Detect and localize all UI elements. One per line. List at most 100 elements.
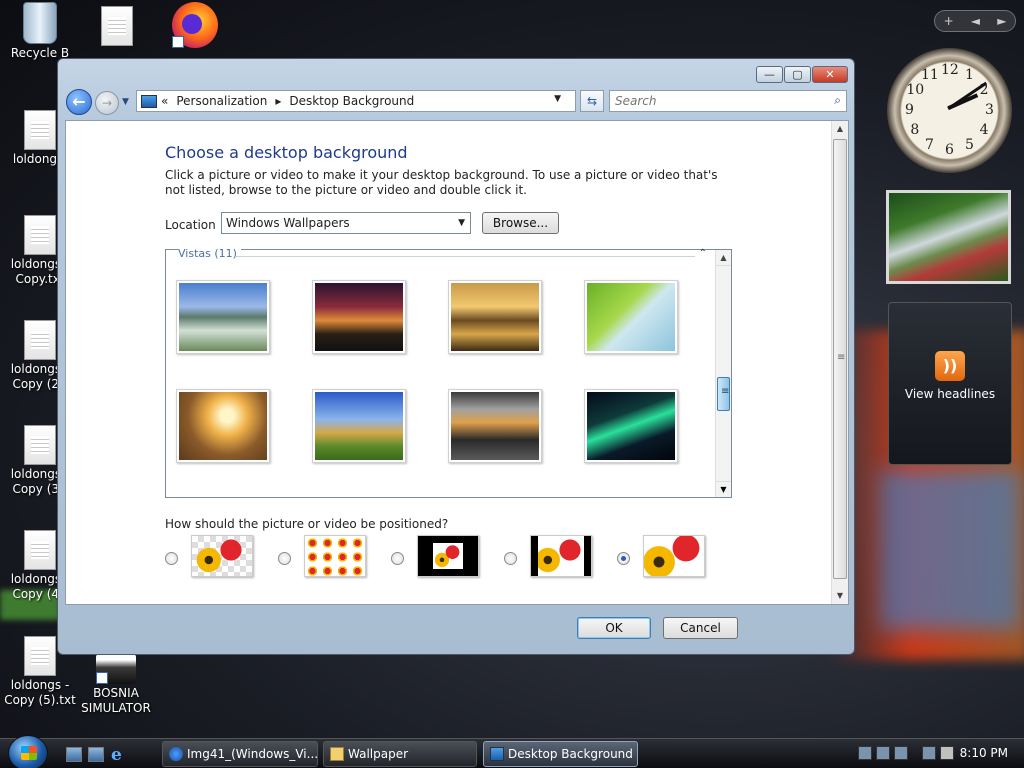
wallpaper-thumbnail[interactable] bbox=[584, 389, 678, 463]
show-desktop-icon[interactable] bbox=[66, 747, 82, 762]
next-gadget-icon[interactable]: ► bbox=[997, 14, 1006, 28]
refresh-button[interactable]: ⇆ bbox=[580, 90, 604, 112]
start-button[interactable] bbox=[8, 735, 48, 768]
rss-icon: )) bbox=[935, 351, 965, 381]
wallpaper-glow-blue bbox=[880, 470, 1020, 630]
taskbar-clock[interactable]: 8:10 PM bbox=[960, 746, 1008, 760]
breadcrumb-personalization[interactable]: Personalization bbox=[176, 94, 267, 108]
browse-button[interactable]: Browse... bbox=[482, 212, 559, 234]
wallpaper-thumbnail[interactable] bbox=[176, 389, 270, 463]
taskbar-button-desktop-background[interactable]: Desktop Background bbox=[483, 741, 638, 767]
position-preview-stretch[interactable] bbox=[643, 535, 705, 577]
position-radio-fit[interactable] bbox=[504, 552, 517, 565]
back-button[interactable]: ← bbox=[66, 89, 92, 115]
clock-numeral: 12 bbox=[941, 62, 959, 78]
position-preview-tile[interactable] bbox=[304, 535, 366, 577]
scroll-down-icon[interactable]: ▼ bbox=[716, 481, 731, 497]
content-pane: Choose a desktop background Click a pict… bbox=[65, 120, 849, 605]
clock-numeral: 3 bbox=[985, 102, 994, 118]
collapse-group-icon[interactable]: ⌃ bbox=[699, 248, 707, 259]
wallpaper-thumbnail[interactable] bbox=[448, 280, 542, 354]
search-box[interactable]: ⌕ bbox=[609, 90, 847, 112]
taskbar-button-label: Desktop Background bbox=[508, 747, 633, 761]
desktop-icon-label: BOSNIA SIMULATOR bbox=[81, 686, 151, 715]
wallpaper-thumbnail[interactable] bbox=[312, 389, 406, 463]
content-scrollbar[interactable]: ▲ ▼ bbox=[831, 121, 848, 604]
text-file-icon bbox=[24, 110, 56, 150]
position-radio-fill[interactable] bbox=[165, 552, 178, 565]
address-dropdown-icon[interactable]: ▼ bbox=[554, 94, 561, 104]
taskbar-button-wallpaper[interactable]: Wallpaper bbox=[323, 741, 477, 767]
cancel-button[interactable]: Cancel bbox=[663, 617, 738, 639]
wallpaper-thumbnail[interactable] bbox=[584, 280, 678, 354]
desktop-background-window: — ▢ ✕ ← → ▼ « Personalization ▸ Desktop … bbox=[57, 58, 855, 655]
gallery-scrollbar[interactable]: ▲ ▼ bbox=[715, 250, 731, 497]
internet-explorer-icon[interactable]: e bbox=[111, 745, 122, 765]
network-icon[interactable] bbox=[858, 746, 872, 760]
scrollbar-thumb[interactable] bbox=[717, 377, 730, 411]
control-panel-icon bbox=[141, 94, 157, 108]
position-radio-stretch[interactable] bbox=[617, 552, 630, 565]
game-icon bbox=[96, 654, 136, 684]
navigation-bar: ← → ▼ « Personalization ▸ Desktop Backgr… bbox=[66, 89, 847, 115]
position-preview-fit[interactable] bbox=[530, 535, 592, 577]
scrollbar-thumb[interactable] bbox=[833, 139, 847, 579]
position-radio-tile[interactable] bbox=[278, 552, 291, 565]
wallpaper-thumbnail[interactable] bbox=[312, 280, 406, 354]
desktop-icon-recycle-bin[interactable]: Recycle B bbox=[0, 2, 80, 61]
address-bar[interactable]: « Personalization ▸ Desktop Background ▼ bbox=[136, 90, 576, 112]
search-icon[interactable]: ⌕ bbox=[834, 93, 841, 108]
add-gadget-icon[interactable]: + bbox=[944, 14, 954, 28]
location-select[interactable]: Windows Wallpapers ▼ bbox=[221, 212, 471, 234]
text-file-icon bbox=[24, 425, 56, 465]
text-file-icon bbox=[101, 6, 133, 46]
recycle-bin-icon bbox=[23, 2, 57, 44]
search-input[interactable] bbox=[610, 91, 820, 111]
previous-gadget-icon[interactable]: ◄ bbox=[971, 14, 980, 28]
clock-numeral: 4 bbox=[979, 122, 989, 138]
breadcrumb-overflow[interactable]: « bbox=[161, 94, 168, 108]
breadcrumb-desktop-background[interactable]: Desktop Background bbox=[289, 94, 414, 108]
network-icon[interactable] bbox=[876, 746, 890, 760]
desktop-icon-bosnia-simulator[interactable]: BOSNIA SIMULATOR bbox=[76, 654, 156, 716]
position-radio-center[interactable] bbox=[391, 552, 404, 565]
minimize-button[interactable]: — bbox=[756, 66, 783, 83]
ok-button[interactable]: OK bbox=[577, 617, 651, 639]
text-file-icon bbox=[24, 320, 56, 360]
desktop-icon-file[interactable] bbox=[77, 6, 157, 48]
folder-icon bbox=[330, 747, 344, 761]
clock-gadget[interactable]: 11 10 9 8 7 6 5 4 3 2 1 12 bbox=[887, 48, 1012, 173]
switch-windows-icon[interactable] bbox=[88, 747, 104, 762]
wallpaper-thumbnail[interactable] bbox=[176, 280, 270, 354]
taskbar: e Img41_(Windows_Vi... Wallpaper Desktop… bbox=[0, 735, 1024, 768]
display-icon[interactable] bbox=[922, 746, 936, 760]
clock-numeral: 9 bbox=[905, 102, 914, 118]
position-preview-center[interactable] bbox=[417, 535, 479, 577]
slideshow-gadget[interactable] bbox=[886, 190, 1011, 284]
position-preview-fill[interactable] bbox=[191, 535, 253, 577]
clock-numeral: 8 bbox=[910, 122, 920, 138]
taskbar-button-img41[interactable]: Img41_(Windows_Vi... bbox=[162, 741, 318, 767]
volume-muted-icon[interactable] bbox=[940, 746, 954, 760]
close-button[interactable]: ✕ bbox=[812, 66, 848, 83]
maximize-button[interactable]: ▢ bbox=[784, 66, 811, 83]
desktop-icon-firefox[interactable] bbox=[155, 2, 235, 50]
forward-button[interactable]: → bbox=[95, 91, 119, 115]
position-question: How should the picture or video be posit… bbox=[165, 517, 449, 531]
wallpaper-gallery: Vistas (11) ⌃ ▲ ▼ bbox=[165, 247, 732, 498]
clock-numeral: 1 bbox=[965, 67, 974, 84]
recent-pages-dropdown[interactable]: ▼ bbox=[122, 97, 132, 107]
feed-headlines-gadget[interactable]: )) View headlines bbox=[888, 302, 1012, 465]
wallpaper-thumbnail[interactable] bbox=[448, 389, 542, 463]
scroll-down-icon[interactable]: ▼ bbox=[832, 588, 848, 604]
scroll-up-icon[interactable]: ▲ bbox=[832, 121, 848, 137]
page-title: Choose a desktop background bbox=[165, 143, 408, 162]
text-file-icon bbox=[24, 636, 56, 676]
group-header[interactable]: Vistas (11) bbox=[178, 247, 241, 260]
shortcut-arrow-icon bbox=[172, 36, 184, 48]
network-icon[interactable] bbox=[894, 746, 908, 760]
scroll-up-icon[interactable]: ▲ bbox=[716, 250, 731, 266]
feed-label: View headlines bbox=[904, 387, 996, 401]
location-label: Location bbox=[165, 218, 216, 232]
firefox-icon bbox=[172, 2, 218, 48]
